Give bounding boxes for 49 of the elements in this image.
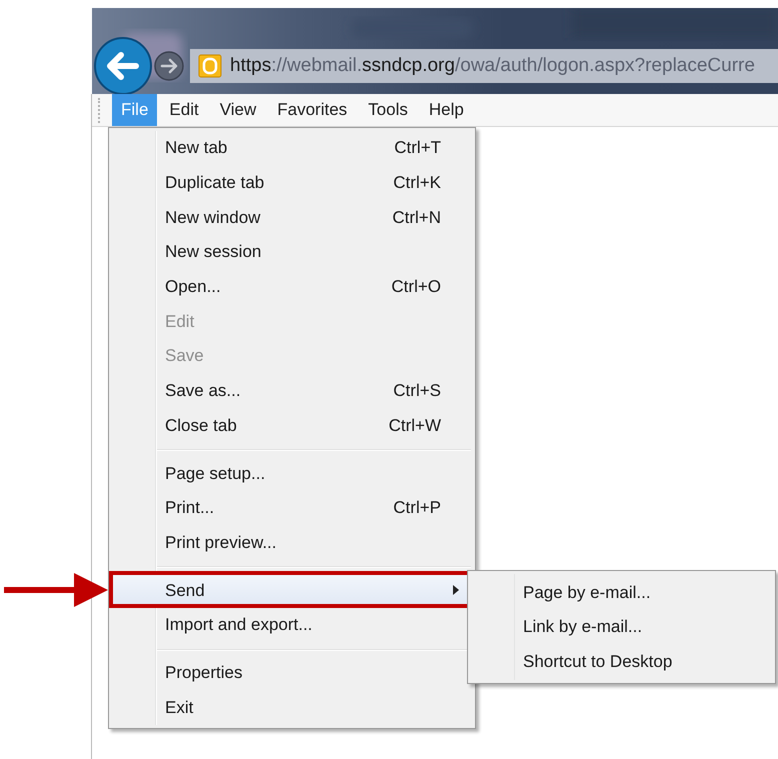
shortcut-text: Ctrl+W: [388, 416, 441, 436]
url-text: https://webmail.ssndcp.org/owa/auth/logon.aspx?replaceCurre: [230, 55, 755, 77]
shortcut-text: Ctrl+S: [393, 381, 441, 402]
shortcut-text: Ctrl+N: [392, 208, 441, 228]
menu-item-label: Close tab: [165, 416, 237, 436]
shortcut-text: Ctrl+O: [391, 277, 441, 298]
menu-item-label: Duplicate tab: [165, 173, 264, 194]
menu-item-label: Save: [165, 346, 204, 366]
shortcut-text: Ctrl+T: [394, 138, 441, 158]
submenu-item[interactable]: Page by e-mail...: [470, 575, 773, 610]
menu-item-label: Edit: [165, 312, 194, 332]
menu-item[interactable]: Save as... Ctrl+S: [111, 374, 473, 408]
menu-item-label: Send: [165, 580, 205, 601]
callout-arrow-icon: [4, 573, 108, 608]
site-icon: [198, 54, 222, 78]
menu-item[interactable]: Close tab Ctrl+W: [111, 408, 473, 444]
menu-bar-item[interactable]: Tools: [359, 94, 417, 126]
menu-item-label: Import and export...: [165, 615, 312, 636]
menu-item-label: Exit: [165, 698, 194, 718]
menu-item-label: New tab: [165, 138, 228, 158]
shortcut-text: Ctrl+P: [393, 498, 441, 518]
menu-bar-item[interactable]: Help: [420, 94, 473, 126]
menu-item[interactable]: Open... Ctrl+O: [111, 270, 473, 304]
address-bar[interactable]: https://webmail.ssndcp.org/owa/auth/logon.aspx?replaceCurre: [190, 49, 778, 83]
forward-button[interactable]: [154, 51, 184, 81]
menu-item-label: Print preview...: [165, 532, 276, 553]
menu-item-label: Properties: [165, 662, 242, 683]
menu-item[interactable]: New tab Ctrl+T: [111, 131, 473, 166]
menu-item-label: Save as...: [165, 381, 241, 402]
shortcut-text: Ctrl+K: [393, 173, 441, 194]
menu-item[interactable]: Page setup...: [111, 456, 473, 491]
menu-bar-item[interactable]: Favorites: [268, 94, 356, 126]
submenu-arrow-icon: [453, 585, 459, 596]
menu-bar-item[interactable]: View: [210, 94, 266, 126]
menu-item[interactable]: Exit: [111, 690, 473, 725]
menu-item-label: Page setup...: [165, 464, 266, 484]
menu-item[interactable]: New session: [111, 235, 473, 270]
back-button[interactable]: [94, 37, 152, 94]
menu-item[interactable]: New window Ctrl+N: [111, 200, 473, 236]
submenu-item[interactable]: Link by e-mail...: [470, 610, 773, 645]
menu-item-label: New session: [165, 242, 262, 262]
submenu-item[interactable]: Shortcut to Desktop: [470, 644, 773, 680]
menu-item[interactable]: Print preview...: [111, 526, 473, 560]
menu-item[interactable]: Print... Ctrl+P: [111, 490, 473, 526]
menu-item-label: New window: [165, 208, 260, 228]
menu-bar-item[interactable]: Edit: [160, 94, 208, 126]
menu-item-label: Open...: [165, 277, 221, 298]
menu-item-label: Print...: [165, 498, 214, 518]
menu-item[interactable]: Duplicate tab Ctrl+K: [111, 166, 473, 200]
